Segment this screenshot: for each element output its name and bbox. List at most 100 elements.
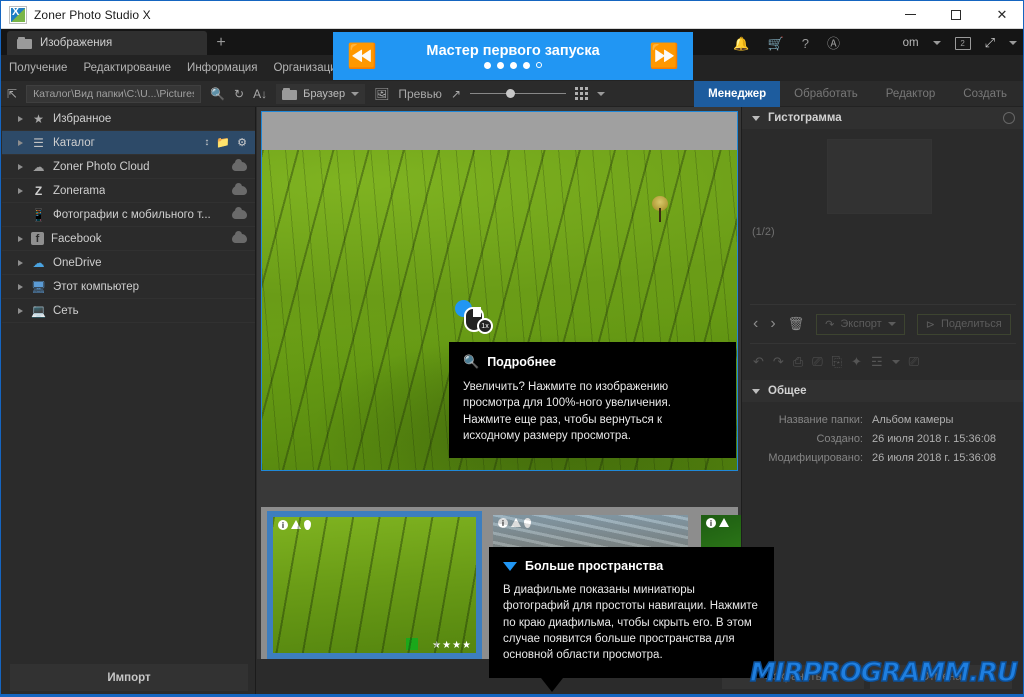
menu-item-poluchenie[interactable]: Получение	[9, 62, 67, 74]
sidebar-item-zonerama[interactable]: Z Zonerama	[2, 179, 255, 203]
path-input[interactable]: Каталог\Вид папки\C:\U...\Pictures	[26, 84, 202, 103]
chevron-down-icon[interactable]	[752, 115, 760, 121]
sidebar-item-network[interactable]: 💻 Сеть	[2, 299, 255, 323]
cloud-status	[232, 207, 247, 219]
zoom-level-badge: 1x	[477, 318, 493, 334]
stack-icon[interactable]: ☲	[871, 354, 883, 370]
monitor-icon[interactable]: 2	[954, 36, 971, 50]
copy-icon[interactable]: ⎙	[793, 354, 803, 370]
catalog-row-actions: ↕ 📁 ⚙	[204, 136, 247, 149]
rotate-right-icon[interactable]: ↷	[773, 354, 784, 370]
sidebar-item-onedrive[interactable]: ☁ OneDrive	[2, 251, 255, 275]
general-section-header[interactable]: Общее	[742, 380, 1023, 402]
delete-button[interactable]: 🗑	[788, 316, 805, 332]
sidebar-item-favorites[interactable]: ★ Избранное	[2, 107, 255, 131]
magic-wand-icon[interactable]: ✦	[851, 354, 862, 370]
tooltip-body: Увеличить? Нажмите по изображению просмо…	[463, 381, 671, 442]
delete-page-icon[interactable]: ⎚	[812, 354, 822, 370]
preview-label[interactable]: Превью	[398, 87, 442, 101]
info-icon: i	[706, 518, 716, 528]
sidebar-item-label: Zonerama	[53, 184, 106, 197]
minimize-icon	[904, 14, 916, 15]
sidebar-item-zoner-photo-cloud[interactable]: ☁ Zoner Photo Cloud	[2, 155, 255, 179]
chevron-down-icon-2[interactable]	[1009, 41, 1017, 45]
sort-updown-icon[interactable]: ↕	[204, 137, 209, 148]
catalog-icon: ☰	[33, 135, 44, 150]
sidebar-item-label: Facebook	[51, 232, 102, 245]
metadata-key: Название папки:	[778, 413, 863, 426]
wizard-prev-button[interactable]: ⏪	[347, 45, 377, 69]
sidebar-item-mobile-photos[interactable]: 📱 Фотографии с мобильного т...	[2, 203, 255, 227]
gear-icon[interactable]: ⚙	[237, 136, 247, 149]
expand-arrow-icon[interactable]	[18, 307, 23, 314]
tab-images[interactable]: Изображения	[7, 31, 207, 55]
view-mode-selector[interactable]: Браузер	[276, 83, 366, 104]
titlebar-icon-group: 🔔 🛒 ? Ⓐ	[733, 31, 840, 55]
expand-arrow-icon[interactable]	[18, 283, 23, 290]
metadata-value: 26 июля 2018 г. 15:36:08	[872, 451, 997, 464]
expand-arrow-icon[interactable]	[18, 259, 23, 266]
add-folder-icon[interactable]: 📁	[216, 136, 230, 149]
rating-stars[interactable]: ★★★★	[432, 640, 472, 651]
export-button[interactable]: ↷ Экспорт	[816, 313, 905, 335]
zoom-slider[interactable]	[470, 87, 566, 101]
maximize-button[interactable]	[933, 1, 979, 28]
tab-menedzher[interactable]: Менеджер	[694, 81, 781, 107]
search-icon[interactable]: 🔍	[210, 87, 225, 101]
prev-image-button[interactable]: ‹	[753, 315, 758, 333]
thumbnail-image-1[interactable]: i ★★★★	[273, 517, 476, 653]
zoom-slider-knob[interactable]	[506, 89, 515, 98]
menu-item-redaktirovanie[interactable]: Редактирование	[83, 62, 171, 74]
bell-icon[interactable]: 🔔	[733, 37, 749, 50]
open-external-icon[interactable]: ↗	[451, 87, 461, 101]
grid-chevron-down-icon[interactable]	[597, 91, 605, 96]
user-name-label[interactable]: om	[903, 37, 919, 49]
table-row[interactable]: i ★★★★	[267, 511, 482, 670]
sidebar-item-this-computer[interactable]: 🖥 Этот компьютер	[2, 275, 255, 299]
export-label: Экспорт	[840, 318, 882, 330]
share-button[interactable]: ⊳ Поделиться	[916, 313, 1011, 335]
tab-redaktor[interactable]: Редактор	[872, 81, 950, 107]
thumbnail-badges: i	[498, 518, 531, 528]
wizard-next-button[interactable]: ⏩	[649, 45, 679, 69]
tab-sozdat[interactable]: Создать	[949, 81, 1021, 107]
chevron-down-icon[interactable]	[752, 388, 760, 394]
rotate-left-icon[interactable]: ↶	[753, 354, 764, 370]
import-button[interactable]: Импорт	[10, 664, 248, 691]
single-page-icon[interactable]: ⎘	[832, 354, 842, 370]
close-button[interactable]: ✕	[979, 1, 1023, 28]
sort-icon[interactable]: A↓	[253, 87, 267, 101]
color-label-chip	[406, 638, 418, 650]
close-icon: ✕	[996, 6, 1008, 22]
fullscreen-icon[interactable]: ⤢	[985, 35, 995, 51]
refresh-icon[interactable]: ↻	[234, 87, 244, 101]
sidebar-item-catalog[interactable]: ☰ Каталог ↕ 📁 ⚙	[2, 131, 255, 155]
cloud-badge-icon	[232, 207, 247, 219]
folder-up-icon[interactable]: ⇱	[7, 87, 17, 101]
minimize-button[interactable]	[887, 1, 933, 28]
grid-icon[interactable]	[575, 87, 588, 100]
expand-arrow-icon[interactable]	[18, 163, 23, 170]
histogram-section-header[interactable]: Гистограмма	[742, 107, 1023, 129]
new-tab-button[interactable]: +	[206, 31, 236, 55]
expand-arrow-icon[interactable]	[18, 115, 23, 122]
help-icon[interactable]: ?	[802, 37, 809, 50]
circle-target-icon[interactable]	[1003, 112, 1015, 124]
expand-arrow-icon[interactable]	[18, 187, 23, 194]
menu-item-informaciya[interactable]: Информация	[187, 62, 257, 74]
account-icon[interactable]: Ⓐ	[827, 37, 840, 50]
sidebar-item-label: Избранное	[53, 112, 112, 125]
sidebar-item-facebook[interactable]: f Facebook	[2, 227, 255, 251]
cart-icon[interactable]: 🛒	[768, 37, 784, 50]
tab-obrabotat[interactable]: Обработать	[780, 81, 872, 107]
wizard-dot-4	[522, 62, 530, 69]
expand-arrow-icon[interactable]	[18, 139, 23, 146]
application-window: Zoner Photo Studio X ✕ Изображения + 🔔 🛒…	[0, 0, 1024, 697]
expand-arrow-icon[interactable]	[18, 235, 23, 242]
frame-icon[interactable]: ⎚	[909, 354, 919, 370]
export-icon: ↷	[825, 318, 835, 331]
chevron-down-icon[interactable]	[891, 360, 900, 364]
next-image-button[interactable]: ›	[770, 315, 775, 333]
chevron-down-icon[interactable]	[932, 41, 941, 45]
preview-sky-region	[262, 112, 737, 150]
